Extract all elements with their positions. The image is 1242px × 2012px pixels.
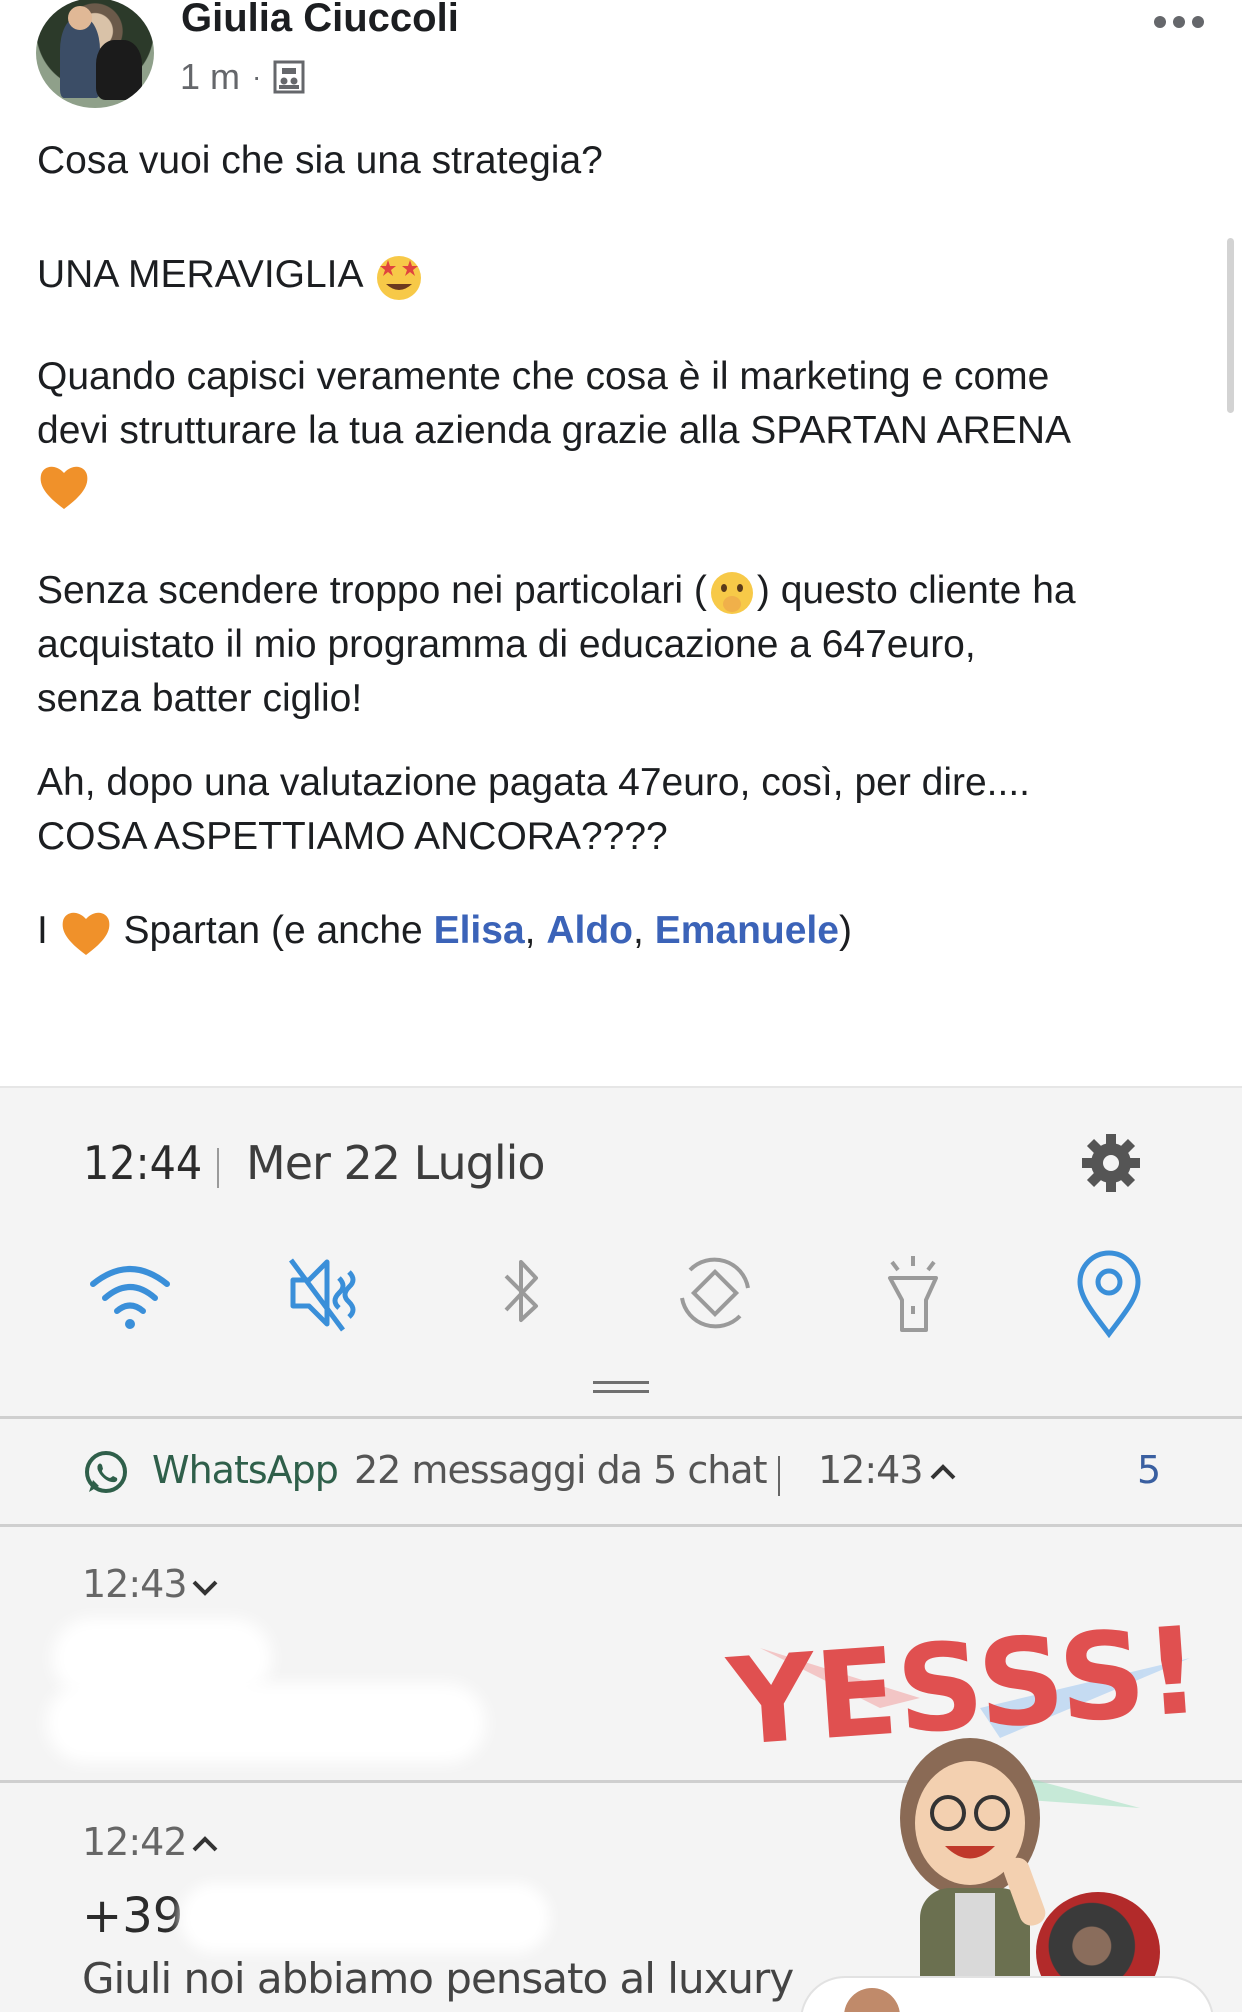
orange-heart-emoji: [40, 466, 88, 509]
post-image[interactable]: 12:44 Mer 22 Luglio WhatsApp 22 messaggi…: [0, 1086, 1242, 2012]
flashlight-icon: [888, 1256, 938, 1332]
status-date: Mer 22 Luglio: [246, 1136, 546, 1190]
shushing-face-emoji: [710, 571, 753, 614]
post-line: Cosa vuoi che sia una strategia?: [37, 139, 603, 182]
mention-aldo[interactable]: Aldo: [546, 909, 633, 952]
post-line: acquistato il mio programma di educazion…: [37, 623, 976, 666]
star-struck-emoji: [377, 255, 422, 300]
meta-separator: ·: [252, 61, 262, 92]
mention-elisa[interactable]: Elisa: [434, 909, 525, 952]
quick-settings: [0, 1248, 1242, 1348]
post-line: UNA MERAVIGLIA: [37, 248, 1217, 302]
whatsapp-icon: [85, 1451, 127, 1493]
post-line-text: I: [37, 909, 48, 952]
location-icon: [1077, 1250, 1141, 1338]
comma: ,: [524, 909, 536, 952]
post-line-text: UNA MERAVIGLIA: [37, 253, 362, 296]
author-avatar[interactable]: [36, 0, 154, 108]
divider: [0, 1416, 1242, 1419]
post-time[interactable]: 1 m: [180, 56, 240, 98]
gear-icon: [1082, 1134, 1140, 1192]
post-line: I Spartan (e anche Elisa, Aldo, Emanuele…: [37, 904, 1217, 959]
post-text: Cosa vuoi che sia una strategia? UNA MER…: [37, 130, 1217, 959]
post-line-text: ) questo cliente ha: [756, 569, 1076, 612]
post-line-text: ): [838, 909, 852, 952]
post-meta: 1 m ·: [180, 56, 305, 98]
notification-time: 12:43: [82, 1562, 188, 1606]
author-name[interactable]: Giulia Ciuccoli: [181, 0, 459, 41]
whatsapp-separator: [778, 1456, 780, 1496]
mention-emanuele[interactable]: Emanuele: [655, 909, 839, 952]
wifi-icon: [90, 1266, 170, 1329]
whatsapp-summary: 22 messaggi da 5 chat: [354, 1448, 767, 1492]
mute-icon: [288, 1258, 356, 1332]
post-line: devi strutturare la tua azienda grazie a…: [37, 409, 1071, 452]
notification-sender: +39: [82, 1888, 184, 1944]
redacted-text: [46, 1683, 486, 1763]
post-line-text: Senza scendere troppo nei particolari (: [37, 569, 707, 612]
chevron-up-icon: [192, 1836, 218, 1852]
post-line: senza batter ciglio!: [37, 677, 363, 720]
bluetooth-icon: [504, 1260, 538, 1322]
scrollbar[interactable]: [1227, 238, 1234, 413]
status-clock: 12:44: [83, 1136, 203, 1190]
whatsapp-app-name: WhatsApp: [152, 1448, 339, 1492]
drag-handle[interactable]: [593, 1381, 649, 1393]
post-line: COSA ASPETTIAMO ANCORA????: [37, 815, 668, 858]
redacted-text: [180, 1883, 550, 1953]
friends-audience-icon: [273, 60, 305, 94]
post-line: Quando capisci veramente che cosa è il m…: [37, 355, 1050, 398]
post-line: Ah, dopo una valutazione pagata 47euro, …: [37, 761, 1031, 804]
auto-rotate-icon: [680, 1257, 750, 1329]
comma: ,: [633, 909, 644, 952]
more-options-icon[interactable]: [1154, 16, 1204, 28]
chevron-down-icon: [192, 1580, 218, 1596]
post-line-text: Spartan (e anche: [123, 909, 423, 952]
notification-time: 12:42: [82, 1820, 188, 1864]
divider: [0, 1524, 1242, 1527]
whatsapp-count: 5: [1137, 1448, 1162, 1492]
clock-separator: [217, 1148, 219, 1188]
chevron-up-icon: [930, 1464, 956, 1480]
post-line: [37, 458, 1217, 518]
whatsapp-time: 12:43: [818, 1448, 924, 1492]
orange-heart-emoji: [62, 912, 110, 955]
notification-message: Giuli noi abbiamo pensato al luxury: [82, 1954, 794, 2003]
post-line: Senza scendere troppo nei particolari ( …: [37, 564, 1217, 618]
